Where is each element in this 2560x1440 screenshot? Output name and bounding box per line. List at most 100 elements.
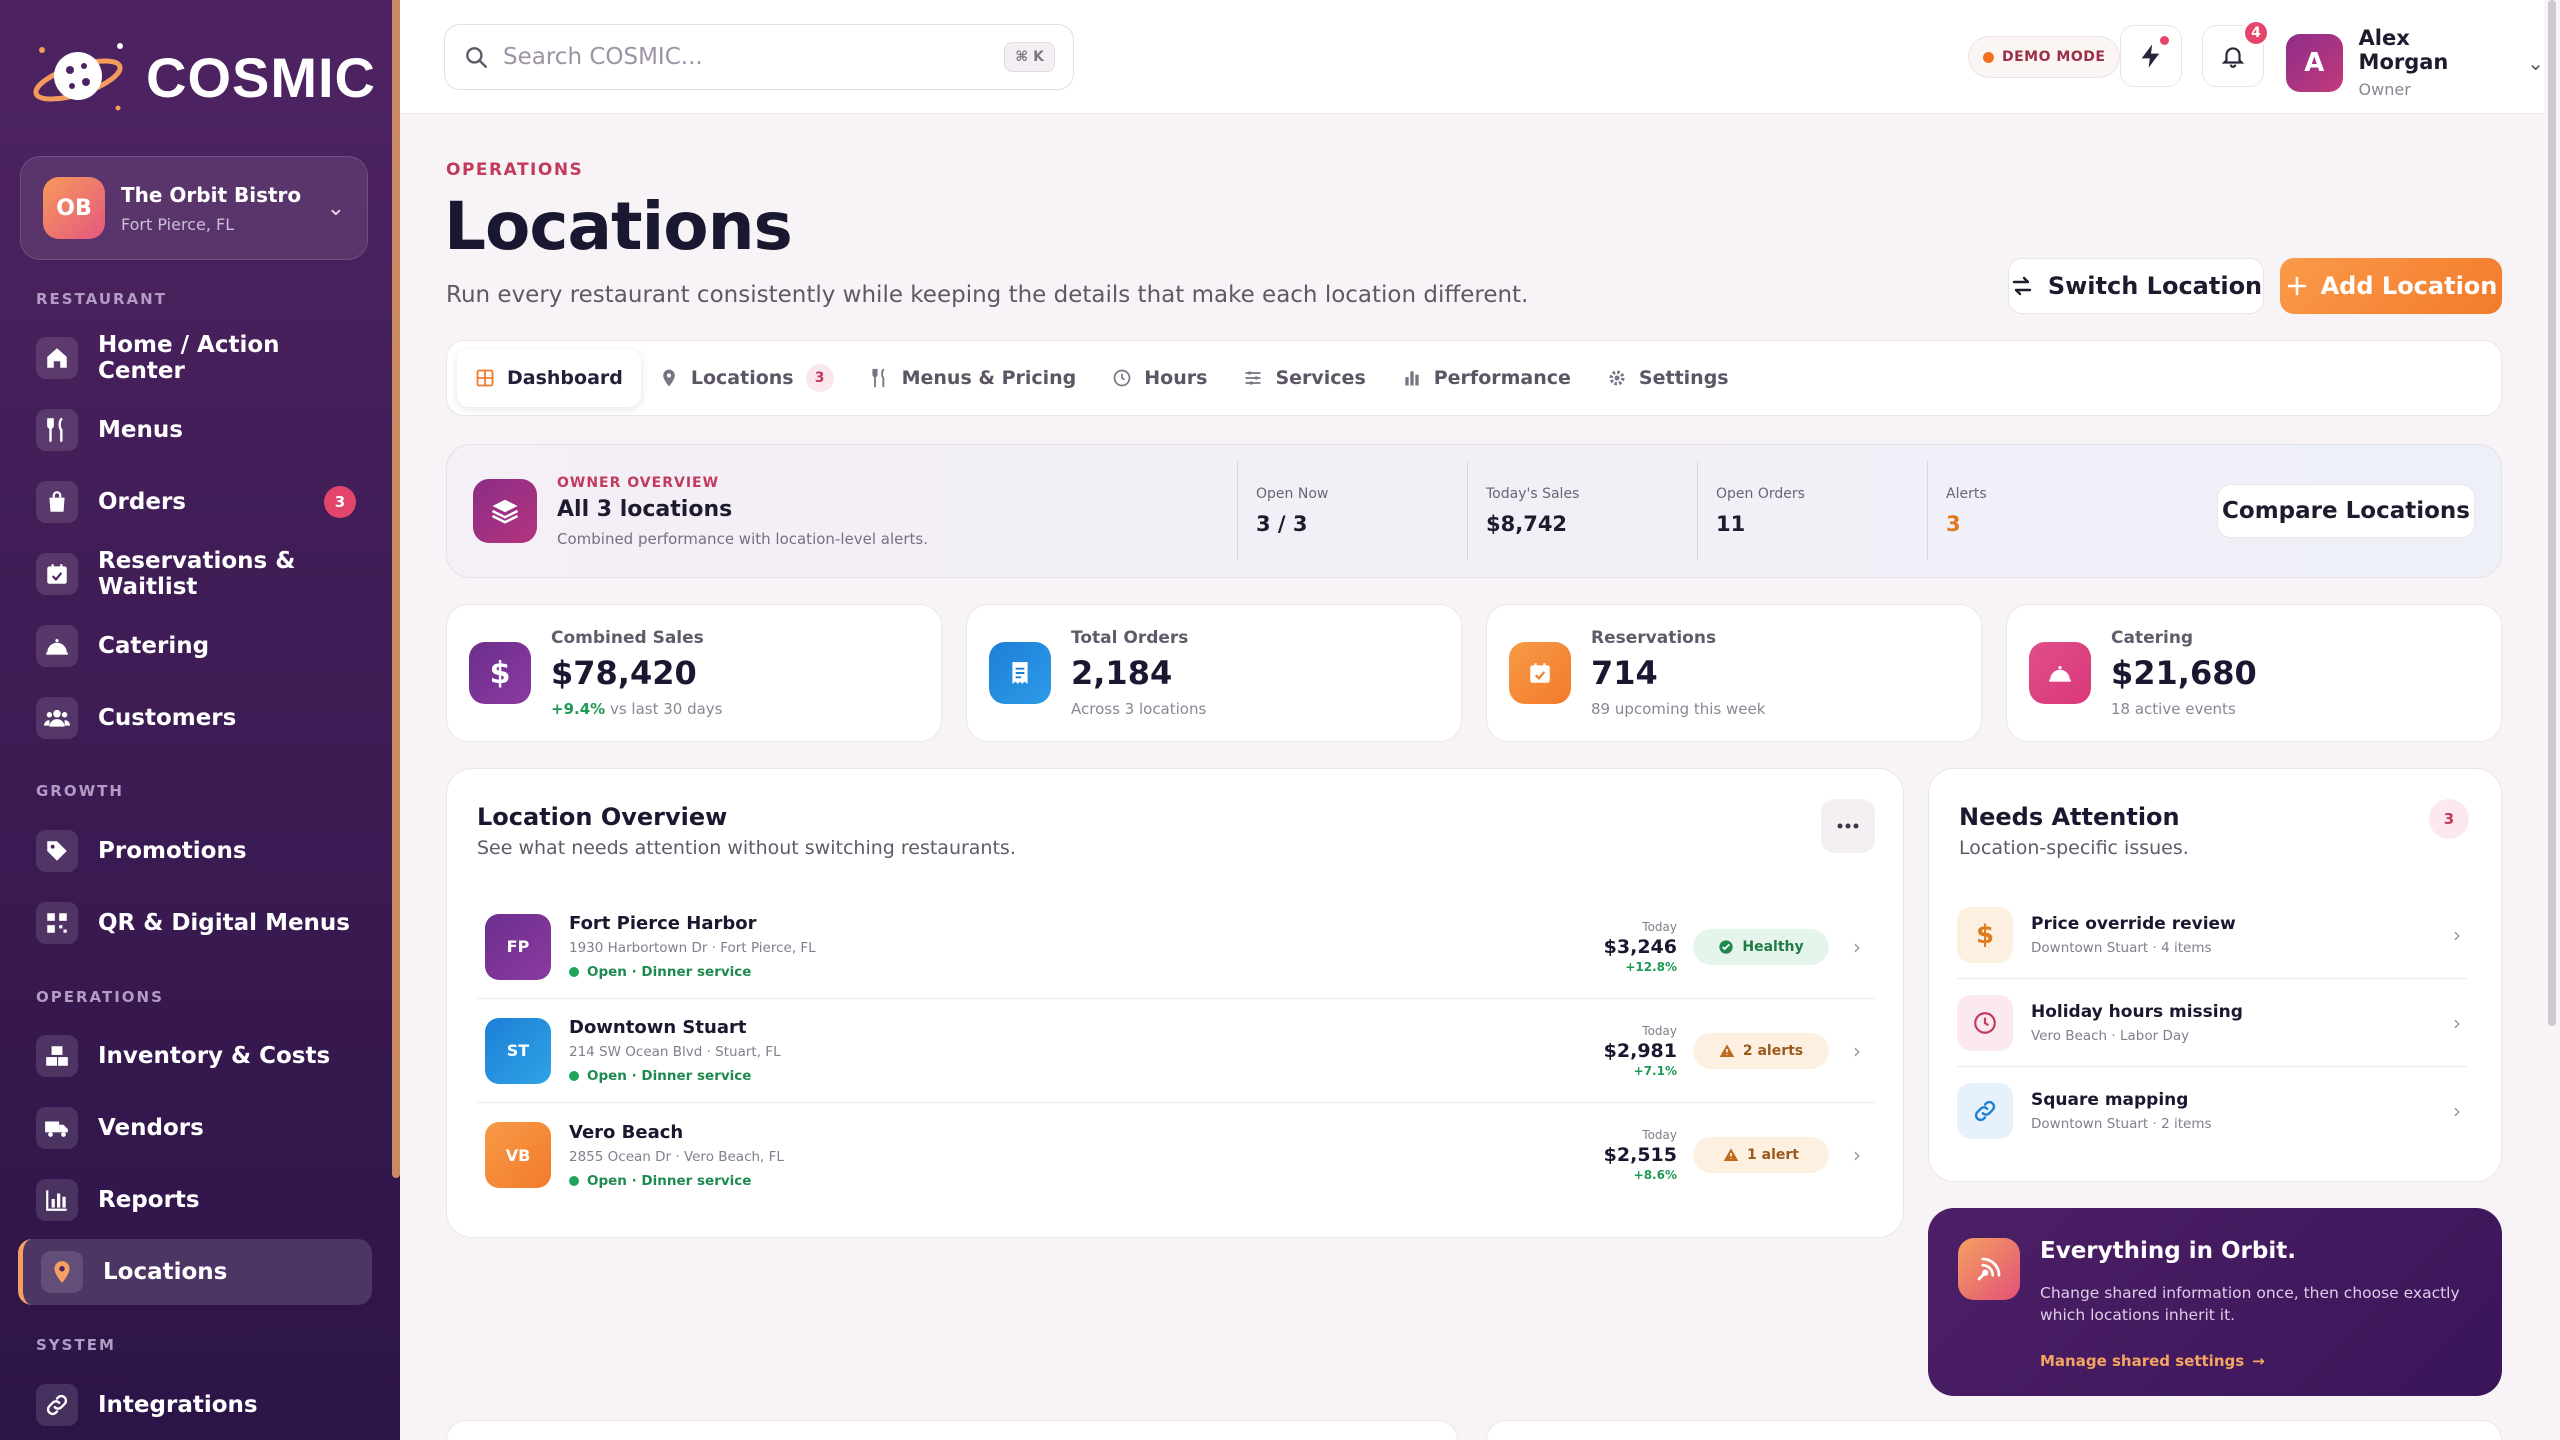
sidebar-item-inventory[interactable]: Inventory & Costs	[18, 1023, 372, 1089]
sidebar-scrollbar[interactable]	[392, 0, 400, 1178]
tab-services[interactable]: Services	[1225, 349, 1383, 407]
sidebar-item-integrations[interactable]: Integrations	[18, 1372, 372, 1438]
brand-logo[interactable]: COSMIC	[28, 36, 376, 118]
compare-locations-button[interactable]: Compare Locations	[2217, 484, 2475, 538]
card-subtitle: See what needs attention without switchi…	[477, 837, 1016, 859]
tab-label: Services	[1275, 367, 1366, 389]
today-label: Today	[1642, 1023, 1677, 1038]
stat-value: 11	[1716, 512, 1746, 536]
today-sales: $2,981	[1603, 1039, 1677, 1062]
sidebar-item-vendors[interactable]: Vendors	[18, 1095, 372, 1161]
status-dot	[569, 1071, 579, 1081]
tab-dashboard[interactable]: Dashboard	[457, 349, 641, 407]
sidebar-item-promotions[interactable]: Promotions	[18, 818, 372, 884]
tab-performance[interactable]: Performance	[1384, 349, 1589, 407]
bottom-card-right	[1486, 1420, 2502, 1440]
user-menu[interactable]: A Alex Morgan Owner ⌄	[2286, 26, 2544, 99]
tab-settings[interactable]: Settings	[1589, 349, 1747, 407]
dollar-icon: $	[469, 642, 531, 704]
location-row[interactable]: ST Downtown Stuart 214 SW Ocean Blvd · S…	[477, 999, 1875, 1103]
unread-dot	[2160, 36, 2169, 45]
dollar-icon: $	[1957, 906, 2013, 963]
tab-label: Hours	[1144, 367, 1208, 389]
promo-title: Everything in Orbit.	[2040, 1238, 2296, 1264]
sidebar-item-reports[interactable]: Reports	[18, 1167, 372, 1233]
location-address: 214 SW Ocean Blvd · Stuart, FL	[569, 1044, 781, 1060]
sidebar-item-label: Inventory & Costs	[98, 1043, 331, 1069]
kpi-card-total-orders: Total Orders 2,184 Across 3 locations	[966, 604, 1462, 742]
today-label: Today	[1642, 1128, 1677, 1142]
tab-menus-pricing[interactable]: Menus & Pricing	[852, 349, 1095, 407]
owner-overview-banner: OWNER OVERVIEW All 3 locations Combined …	[446, 444, 2502, 578]
manage-shared-settings-link[interactable]: Manage shared settings →	[2040, 1352, 2265, 1370]
stat-value: 3	[1946, 512, 1961, 536]
sidebar-item-menus[interactable]: Menus	[18, 397, 372, 463]
search-input[interactable]: Search COSMIC... ⌘ K	[444, 24, 1074, 90]
kpi-value: $78,420	[551, 654, 697, 692]
ellipsis-icon	[1837, 823, 1859, 829]
tab-count-badge: 3	[805, 364, 834, 392]
attention-title: Holiday hours missing	[2031, 1001, 2243, 1022]
bar-chart-icon	[36, 1179, 78, 1221]
status-badge-label: Healthy	[1742, 938, 1804, 955]
sidebar-item-label: Reservations & Waitlist	[98, 548, 296, 600]
more-options-button[interactable]	[1821, 799, 1875, 853]
shopping-bag-icon	[36, 481, 78, 523]
demo-mode-badge[interactable]: DEMO MODE	[1968, 36, 2121, 78]
sidebar-item-orders[interactable]: Orders 3	[18, 469, 372, 535]
layers-icon	[473, 479, 537, 543]
tab-locations[interactable]: Locations 3	[641, 349, 852, 407]
kpi-label: Combined Sales	[551, 628, 704, 648]
users-icon	[36, 697, 78, 739]
kpi-subtext: 89 upcoming this week	[1591, 700, 1766, 718]
tab-label: Performance	[1433, 367, 1571, 389]
clock-icon	[1957, 994, 2013, 1051]
status-badge-label: 2 alerts	[1742, 1042, 1804, 1059]
status-dot	[569, 967, 579, 977]
satellite-icon	[1958, 1238, 2020, 1300]
page-scrollbar[interactable]	[2548, 0, 2556, 1026]
warning-icon	[1719, 1043, 1735, 1057]
chevron-right-icon: ›	[2453, 1010, 2461, 1035]
search-placeholder: Search COSMIC...	[503, 44, 703, 70]
today-delta: +7.1%	[1633, 1063, 1677, 1078]
stat-open-now: Open Now 3 / 3	[1237, 461, 1467, 561]
qr-code-icon	[36, 902, 78, 944]
sidebar-item-home[interactable]: Home / Action Center	[18, 325, 372, 391]
tab-hours[interactable]: Hours	[1094, 349, 1225, 407]
status-badge: 2 alerts	[1693, 1032, 1829, 1069]
restaurant-switcher[interactable]: OB The Orbit Bistro Fort Pierce, FL ⌄	[20, 156, 368, 260]
grid-icon	[476, 369, 494, 387]
kpi-subtext: Across 3 locations	[1071, 700, 1207, 718]
today-label: Today	[1642, 919, 1677, 934]
sidebar-item-catering[interactable]: Catering	[18, 613, 372, 679]
attention-item[interactable]: Holiday hours missing Vero Beach · Labor…	[1957, 979, 2467, 1067]
sidebar-item-locations[interactable]: Locations	[18, 1239, 372, 1305]
notifications-button[interactable]: 4	[2202, 20, 2269, 87]
attention-item[interactable]: $ Price override review Downtown Stuart …	[1957, 891, 2467, 979]
add-location-button[interactable]: Add Location	[2280, 258, 2502, 314]
chevron-right-icon: ›	[2453, 922, 2461, 947]
switch-location-button[interactable]: Switch Location	[2008, 258, 2264, 314]
brand-name: COSMIC	[146, 45, 376, 109]
location-status: Open · Dinner service	[587, 1068, 752, 1084]
tab-bar: Dashboard Locations 3 Menus & Pricing Ho…	[446, 340, 2502, 416]
nav-section-growth: GROWTH	[36, 782, 124, 800]
tab-label: Settings	[1638, 367, 1729, 389]
location-row[interactable]: FP Fort Pierce Harbor 1930 Harbortown Dr…	[477, 895, 1875, 999]
utensils-icon	[872, 368, 884, 388]
sidebar-item-reservations[interactable]: Reservations & Waitlist	[18, 541, 372, 607]
location-row[interactable]: VB Vero Beach 2855 Ocean Dr · Vero Beach…	[477, 1103, 1875, 1207]
attention-item[interactable]: Square mapping Downtown Stuart · 2 items…	[1957, 1067, 2467, 1155]
switch-location-label: Switch Location	[2047, 272, 2263, 300]
lightning-icon	[2141, 44, 2160, 68]
status-badge-label: 1 alert	[1747, 1147, 1799, 1163]
plus-icon	[2287, 276, 2306, 296]
location-name: Fort Pierce Harbor	[569, 913, 757, 934]
sidebar-item-qr-menus[interactable]: QR & Digital Menus	[18, 890, 372, 956]
kpi-label: Reservations	[1591, 628, 1717, 648]
quick-actions-button[interactable]	[2120, 25, 2182, 87]
location-address: 2855 Ocean Dr · Vero Beach, FL	[569, 1148, 784, 1165]
card-title: Location Overview	[477, 803, 728, 831]
sidebar-item-customers[interactable]: Customers	[18, 685, 372, 751]
